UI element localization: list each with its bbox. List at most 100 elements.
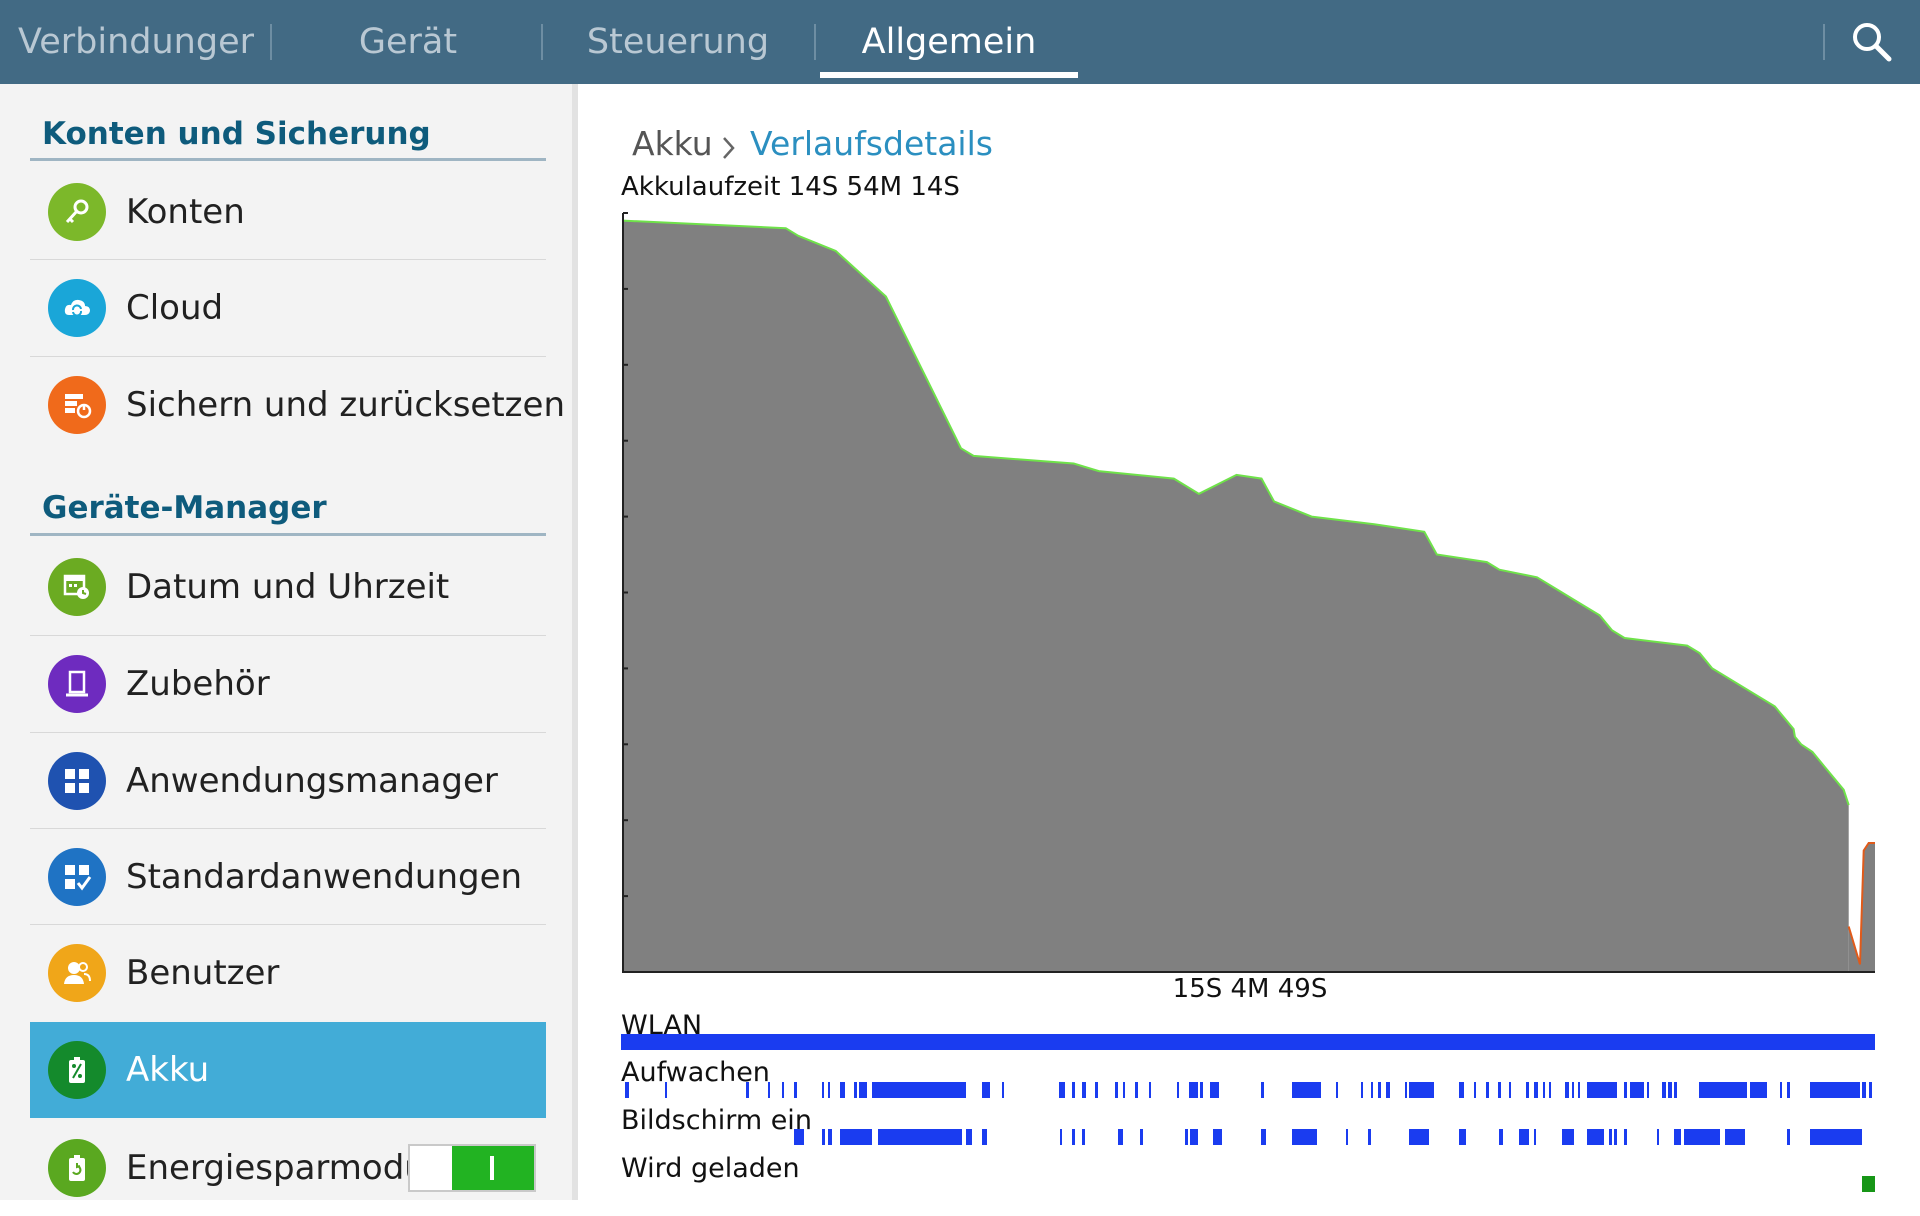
chevron-right-icon xyxy=(723,137,735,159)
track-segment xyxy=(1624,1129,1627,1145)
section-rule xyxy=(30,533,546,536)
track-segment xyxy=(1508,1082,1512,1098)
track-segment xyxy=(1668,1082,1672,1098)
track-segment xyxy=(1624,1082,1627,1098)
track-segment xyxy=(1458,1082,1464,1098)
toggle-indicator xyxy=(490,1156,494,1180)
track-segment xyxy=(1095,1082,1098,1098)
track-segment xyxy=(1140,1129,1143,1145)
track-segment xyxy=(1291,1082,1321,1098)
track-segment xyxy=(1072,1129,1075,1145)
track-segment xyxy=(1646,1082,1650,1098)
track-segment xyxy=(821,1129,826,1145)
track-segment xyxy=(1533,1082,1538,1098)
tab-separator xyxy=(1823,24,1825,60)
track-segment xyxy=(1533,1129,1537,1145)
track-segment xyxy=(1779,1082,1783,1098)
backup-icon xyxy=(48,376,106,434)
sidebar-item-standardanwendungen[interactable]: Standardanwendungen xyxy=(30,829,546,925)
tab-geraet[interactable]: Gerät xyxy=(300,0,516,84)
sidebar-item-benutzer[interactable]: Benutzer xyxy=(30,925,546,1021)
key-icon xyxy=(48,183,106,241)
track-segment xyxy=(794,1129,805,1145)
track-segment xyxy=(1787,1129,1790,1145)
track-segment xyxy=(1565,1082,1569,1098)
track-aufwachen xyxy=(621,1082,1875,1098)
sidebar-item-label: Cloud xyxy=(126,288,224,328)
sidebar-item-label: Standardanwendungen xyxy=(126,857,523,897)
sidebar-item-label: Benutzer xyxy=(126,953,280,993)
breadcrumb-current: Verlaufsdetails xyxy=(750,124,993,163)
track-segment xyxy=(1518,1129,1529,1145)
accessory-icon xyxy=(48,655,106,713)
sidebar-item-label: Sichern und zurücksetzen xyxy=(126,385,565,425)
track-segment xyxy=(1291,1129,1317,1145)
sidebar-item-zubehoer[interactable]: Zubehör xyxy=(30,636,546,732)
track-segment xyxy=(1185,1129,1188,1145)
power-saving-toggle[interactable] xyxy=(408,1144,536,1192)
apps-grid-icon xyxy=(48,752,106,810)
track-segment xyxy=(1674,1082,1677,1098)
sidebar-item-energiesparmodus[interactable]: Energiesparmodus xyxy=(30,1120,546,1216)
track-segment xyxy=(1571,1082,1575,1098)
track-segment xyxy=(794,1082,797,1098)
sidebar-item-cloud[interactable]: Cloud xyxy=(30,260,546,356)
track-segment xyxy=(621,1034,1875,1050)
calendar-clock-icon xyxy=(48,558,106,616)
track-segment xyxy=(1497,1082,1502,1098)
track-segment xyxy=(1458,1129,1467,1145)
track-segment xyxy=(1210,1082,1220,1098)
track-segment xyxy=(1630,1082,1645,1098)
sidebar-item-label: Konten xyxy=(126,192,245,232)
track-segment xyxy=(965,1129,973,1145)
track-segment xyxy=(1378,1082,1381,1098)
track-segment xyxy=(1189,1082,1198,1098)
track-segment xyxy=(1408,1082,1434,1098)
track-segment xyxy=(1212,1129,1222,1145)
track-segment xyxy=(1260,1129,1266,1145)
track-segment xyxy=(1577,1082,1581,1098)
track-segment xyxy=(1368,1129,1371,1145)
tab-separator xyxy=(270,24,272,60)
track-segment xyxy=(1684,1129,1720,1145)
track-segment xyxy=(1176,1082,1180,1098)
track-segment xyxy=(982,1129,988,1145)
users-icon xyxy=(48,944,106,1002)
toggle-on-state xyxy=(452,1146,534,1190)
track-segment xyxy=(1148,1082,1152,1098)
section-rule xyxy=(30,158,546,161)
top-bar: Verbindungen Gerät Steuerung Allgemein xyxy=(0,0,1920,84)
track-segment xyxy=(1498,1129,1503,1145)
track-segment xyxy=(1082,1082,1087,1098)
track-segment xyxy=(854,1082,857,1098)
track-segment xyxy=(1656,1129,1660,1145)
sidebar-item-konten[interactable]: Konten xyxy=(30,164,546,260)
section-title-konten-und-sicherung: Konten und Sicherung xyxy=(42,116,431,152)
track-segment xyxy=(1868,1082,1873,1098)
track-segment xyxy=(1862,1082,1867,1098)
search-button[interactable] xyxy=(1848,18,1896,66)
track-segment xyxy=(1345,1129,1349,1145)
sidebar-item-anwendungsmanager[interactable]: Anwendungsmanager xyxy=(30,733,546,829)
track-segment xyxy=(1135,1082,1138,1098)
sidebar-item-sichern[interactable]: Sichern und zurücksetzen xyxy=(30,357,565,453)
battery-percent-icon xyxy=(48,1041,106,1099)
track-wird-geladen xyxy=(621,1176,1875,1192)
track-segment xyxy=(767,1082,771,1098)
track-segment xyxy=(1548,1082,1552,1098)
track-segment xyxy=(840,1129,872,1145)
tab-steuerung[interactable]: Steuerung xyxy=(560,0,796,84)
sidebar-item-akku[interactable]: Akku xyxy=(30,1022,546,1118)
sidebar-item-datum-und-uhrzeit[interactable]: Datum und Uhrzeit xyxy=(30,539,546,635)
track-segment xyxy=(664,1082,668,1098)
track-segment xyxy=(1809,1129,1863,1145)
track-segment xyxy=(1404,1082,1408,1098)
track-segment xyxy=(1200,1082,1203,1098)
track-segment xyxy=(1190,1129,1198,1145)
track-segment xyxy=(1117,1129,1123,1145)
active-tab-indicator xyxy=(820,72,1078,78)
sidebar-item-label: Akku xyxy=(126,1050,210,1090)
breadcrumb-parent[interactable]: Akku xyxy=(632,122,713,166)
tab-verbindungen[interactable]: Verbindungen xyxy=(18,0,254,84)
track-segment xyxy=(1370,1082,1374,1098)
